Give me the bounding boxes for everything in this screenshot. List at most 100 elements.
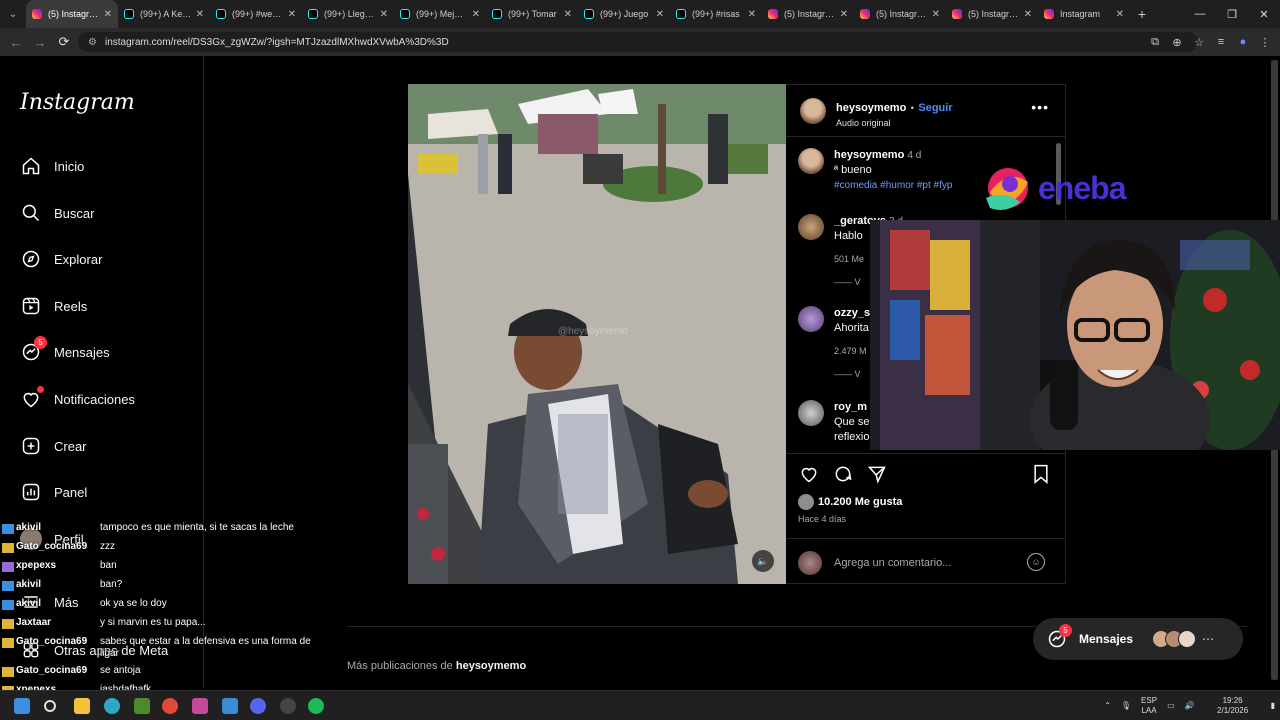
notifications-icon[interactable]: ▮ xyxy=(1271,701,1275,711)
more-options-icon[interactable]: ••• xyxy=(1031,99,1049,115)
close-window-button[interactable]: ✕ xyxy=(1248,8,1280,21)
start-windows-icon[interactable] xyxy=(14,698,30,714)
comment-avatar[interactable] xyxy=(798,400,824,426)
tab-close-icon[interactable]: ✕ xyxy=(932,9,940,20)
more-posts-user[interactable]: heysoymemo xyxy=(456,660,526,672)
obs-icon[interactable] xyxy=(280,698,296,714)
browser-tab[interactable]: (99+) Mejores ✕ xyxy=(394,0,486,28)
comment-username[interactable]: roy_m xyxy=(834,401,867,413)
author-username[interactable]: heysoymemo xyxy=(836,102,906,114)
chat-text: ban? xyxy=(100,579,123,590)
instagram-logo[interactable]: Instagram xyxy=(20,90,135,115)
chrome-icon[interactable] xyxy=(162,698,178,714)
mute-button[interactable]: 🔈 xyxy=(752,550,774,572)
bookmark-save-icon[interactable] xyxy=(1030,463,1052,485)
tab-close-icon[interactable]: ✕ xyxy=(656,9,664,20)
tab-close-icon[interactable]: ✕ xyxy=(104,9,112,20)
plus-square-icon xyxy=(20,435,42,457)
browser-tab[interactable]: (99+) Llego F ✕ xyxy=(302,0,394,28)
reload-button[interactable]: ⟳ xyxy=(52,34,76,50)
browser-tab[interactable]: (5) Instagram ✕ xyxy=(854,0,946,28)
tab-title: Instagram xyxy=(1060,9,1101,19)
share-send-icon[interactable] xyxy=(866,463,888,485)
tab-close-icon[interactable]: ✕ xyxy=(1116,9,1124,20)
chat-message: Gato_cocina69 sabes que estar a la defens… xyxy=(2,636,320,659)
sidebar-item-reels[interactable]: Reels xyxy=(20,292,87,320)
tab-close-icon[interactable]: ✕ xyxy=(564,9,572,20)
sidebar-item-inicio[interactable]: Inicio xyxy=(20,152,84,180)
tab-close-icon[interactable]: ✕ xyxy=(840,9,848,20)
back-button[interactable]: ← xyxy=(4,35,28,50)
browser-tab[interactable]: (99+) #risas ✕ xyxy=(670,0,762,28)
app-icon[interactable] xyxy=(192,698,208,714)
maximize-button[interactable]: ❐ xyxy=(1216,8,1248,21)
browser-menu-icon[interactable]: ⋮ xyxy=(1254,36,1276,49)
language-indicator[interactable]: ESP LAA xyxy=(1141,696,1157,716)
caption-avatar[interactable] xyxy=(798,148,824,174)
url-field[interactable]: ⚙ instagram.com/reel/DS3Gx_zgWZw/?igsh=M… xyxy=(78,32,1198,52)
comment-avatar[interactable] xyxy=(798,214,824,240)
tab-close-icon[interactable]: ✕ xyxy=(472,9,480,20)
bookmark-star-icon[interactable]: ☆ xyxy=(1188,36,1210,49)
browser-tab[interactable]: (5) Instagram ✕ xyxy=(762,0,854,28)
tab-close-icon[interactable]: ✕ xyxy=(748,9,756,20)
mic-icon[interactable]: 🎙 xyxy=(1121,701,1131,711)
tab-close-icon[interactable]: ✕ xyxy=(288,9,296,20)
new-tab-button[interactable]: + xyxy=(1130,6,1154,22)
clock[interactable]: 19:26 2/1/2026 xyxy=(1205,696,1261,716)
browser-tab[interactable]: (99+) Juego ✕ xyxy=(578,0,670,28)
author-avatar[interactable] xyxy=(800,98,826,124)
tab-close-icon[interactable]: ✕ xyxy=(380,9,388,20)
browser-tab[interactable]: (99+) #westo ✕ xyxy=(210,0,302,28)
comment-bubble-icon[interactable] xyxy=(832,463,854,485)
search-icon[interactable] xyxy=(44,700,56,712)
chat-badge-icon xyxy=(2,581,14,591)
browser-tab[interactable]: (5) Instagram ✕ xyxy=(26,0,118,28)
browser-tab[interactable]: Instagram ✕ xyxy=(1038,0,1130,28)
audio-label[interactable]: Audio original xyxy=(836,118,953,128)
spotify-icon[interactable] xyxy=(308,698,324,714)
emoji-icon[interactable]: ☺ xyxy=(1027,553,1045,571)
comment-avatar[interactable] xyxy=(798,306,824,332)
tab-close-icon[interactable]: ✕ xyxy=(1024,9,1032,20)
sidebar-item-crear[interactable]: Crear xyxy=(20,432,87,460)
file-explorer-icon[interactable] xyxy=(74,698,90,714)
forward-button[interactable]: → xyxy=(28,35,52,50)
tray-chevron-icon[interactable]: ⌃ xyxy=(1104,701,1111,711)
chat-username: xpepexs xyxy=(16,560,57,571)
tab-search-button[interactable]: ⌄ xyxy=(0,0,26,28)
discord-icon[interactable] xyxy=(250,698,266,714)
reel-video[interactable]: @heysoymemo 🔈 xyxy=(408,84,786,584)
app-icon-2[interactable] xyxy=(222,698,238,714)
sidebar-item-panel[interactable]: Panel xyxy=(20,478,87,506)
minecraft-icon[interactable] xyxy=(134,698,150,714)
profile-icon[interactable]: ● xyxy=(1232,36,1254,48)
network-icon[interactable]: ▭ xyxy=(1167,701,1175,711)
browser-tab[interactable]: (99+) Tomar ✕ xyxy=(486,0,578,28)
minimize-button[interactable]: — xyxy=(1184,8,1216,20)
follow-button[interactable]: Seguir xyxy=(918,102,952,114)
like-heart-icon[interactable] xyxy=(798,463,820,485)
sidebar-item-notificaciones[interactable]: Notificaciones xyxy=(20,385,135,413)
instagram-favicon-icon xyxy=(32,9,42,19)
tab-list-icon[interactable]: ≡ xyxy=(1210,36,1232,48)
comment-input[interactable] xyxy=(834,556,1014,569)
sidebar-item-buscar[interactable]: Buscar xyxy=(20,199,94,227)
site-info-icon[interactable]: ⚙ xyxy=(88,37,97,48)
zoom-icon[interactable]: ⊕ xyxy=(1166,36,1188,49)
more-dots-icon[interactable]: ⋯ xyxy=(1202,632,1214,646)
messages-pill[interactable]: 5 Mensajes ⋯ xyxy=(1033,618,1243,660)
likes-count[interactable]: 10.200 Me gusta xyxy=(798,494,902,510)
edge-icon[interactable] xyxy=(104,698,120,714)
post-actions: 10.200 Me gusta Hace 4 días ☺ xyxy=(786,453,1065,585)
tab-close-icon[interactable]: ✕ xyxy=(196,9,204,20)
reels-icon xyxy=(20,295,42,317)
sidebar-item-mensajes[interactable]: 5 Mensajes xyxy=(20,336,110,366)
browser-tab[interactable]: (99+) A Kevin ✕ xyxy=(118,0,210,28)
install-app-icon[interactable]: ⧉ xyxy=(1144,36,1166,49)
volume-icon[interactable]: 🔊 xyxy=(1185,701,1195,711)
caption-username[interactable]: heysoymemo xyxy=(834,149,904,161)
comment-username[interactable]: ozzy_s xyxy=(834,307,870,319)
browser-tab[interactable]: (5) Instagram ✕ xyxy=(946,0,1038,28)
sidebar-item-explorar[interactable]: Explorar xyxy=(20,245,102,273)
